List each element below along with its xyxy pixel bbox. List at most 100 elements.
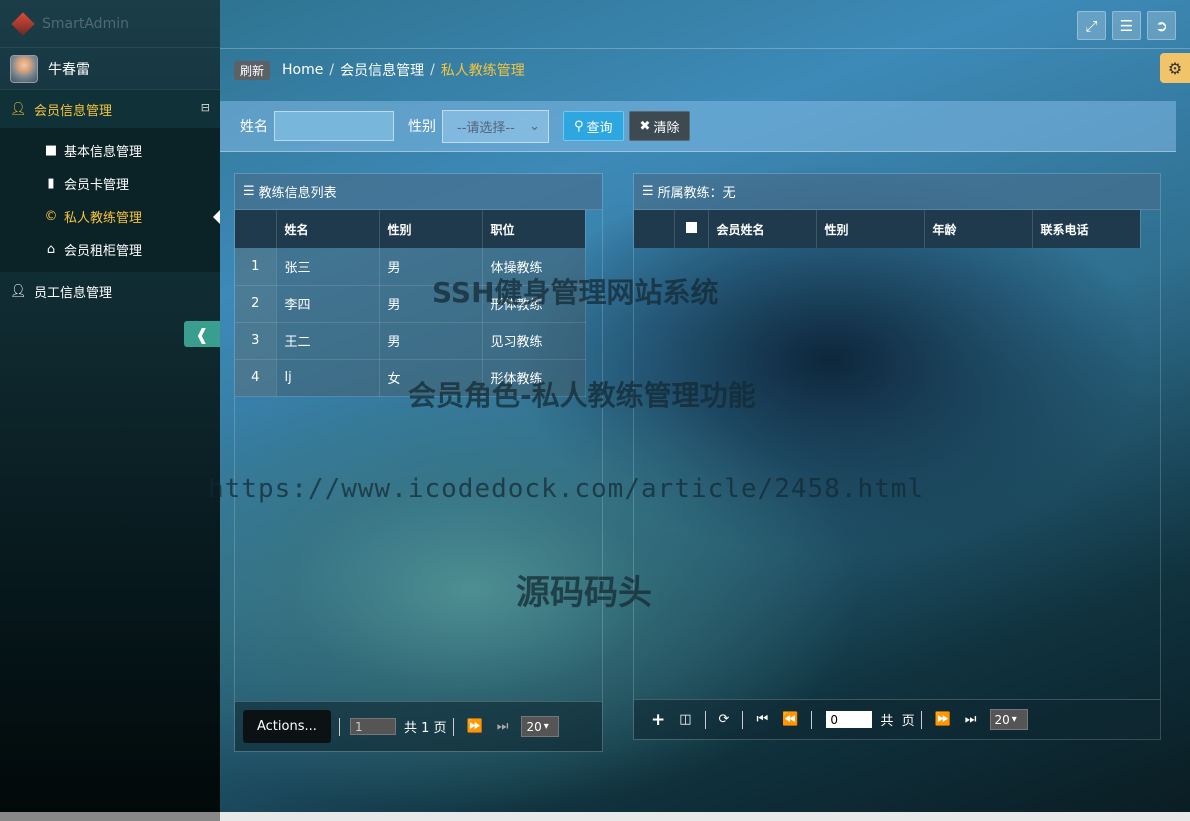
cell-position: 见习教练: [482, 322, 586, 360]
row-number-header: [235, 210, 277, 248]
cell-name: lj: [276, 359, 380, 397]
cell-name: 王二: [276, 322, 380, 360]
name-input[interactable]: [274, 111, 394, 141]
user-icon: 👤︎: [10, 101, 27, 117]
breadcrumb-current: 私人教练管理: [440, 63, 525, 79]
sidebar-item-label: 私人教练管理: [64, 211, 143, 226]
column-header[interactable]: 年龄: [924, 210, 1033, 248]
sidebar-item-private-coach[interactable]: © 私人教练管理: [0, 200, 220, 233]
menu-group-member[interactable]: 👤︎ 会员信息管理 ⊟: [0, 90, 220, 128]
clear-button-label: 清除: [653, 120, 680, 136]
user-name: 牛春雷: [48, 61, 90, 78]
gear-icon: ⚙: [1167, 58, 1183, 78]
watermark-url: https://www.icodedock.com/article/2458.h…: [208, 474, 925, 504]
logout-icon: ➲: [1155, 16, 1168, 35]
gender-select-value: --请选择--: [457, 120, 515, 136]
sidebar-item-member-card[interactable]: ▮ 会员卡管理: [0, 167, 220, 200]
page-input[interactable]: 0: [826, 711, 873, 728]
pager-separator: [704, 710, 706, 729]
chevron-down-icon: ⌄: [529, 118, 540, 134]
panel-title: 教练信息列表: [258, 186, 337, 201]
settings-button[interactable]: ⚙: [1160, 53, 1190, 83]
cell-name: 张三: [276, 248, 380, 286]
list-icon: ☰: [642, 184, 654, 199]
sidebar-scrollbar[interactable]: [0, 812, 220, 821]
refresh-icon[interactable]: ⟳: [719, 712, 730, 727]
checkbox-icon[interactable]: [685, 222, 697, 233]
total-pages: 共 页: [880, 714, 915, 729]
trash-icon[interactable]: ◫: [679, 712, 691, 727]
total-pages: 共 1 页: [404, 721, 447, 736]
column-header[interactable]: 性别: [379, 210, 483, 248]
column-header[interactable]: 姓名: [276, 210, 380, 248]
watermark-subtitle: 会员角色-私人教练管理功能: [408, 379, 756, 412]
book-icon: ▮: [47, 176, 55, 191]
row-number: 3: [235, 322, 277, 360]
clear-button[interactable]: ✖ 清除: [628, 111, 691, 141]
breadcrumb-separator: /: [329, 62, 335, 78]
table-header-row: 会员姓名 性别 年龄 联系电话: [634, 210, 1141, 248]
user-icon: 👤︎: [10, 283, 27, 299]
menu-group-staff[interactable]: 👤︎ 员工信息管理: [0, 272, 220, 310]
list-icon: ☰: [243, 184, 255, 199]
search-icon: ⚲: [574, 118, 584, 134]
row-number: 4: [235, 359, 277, 397]
menu-button[interactable]: ☰: [1112, 11, 1141, 40]
row-number: 1: [235, 248, 277, 286]
search-button[interactable]: ⚲ 查询: [563, 111, 624, 141]
collapse-icon[interactable]: ⊟: [201, 101, 210, 114]
last-page-icon[interactable]: ⏭: [497, 719, 509, 734]
logo-text: SmartAdmin: [42, 15, 129, 32]
column-header[interactable]: 职位: [482, 210, 586, 248]
cell-name: 李四: [276, 285, 380, 323]
fullscreen-button[interactable]: ⤢: [1077, 11, 1106, 40]
prev-page-icon[interactable]: ⏪: [782, 712, 798, 727]
chevron-down-icon: ▾: [543, 721, 549, 732]
right-pager: + ◫ ⟳ ⏮ ⏪ 0 共 页 ⏩ ⏭ 20 ▾: [634, 699, 1160, 739]
column-header[interactable]: 会员姓名: [708, 210, 817, 248]
column-header[interactable]: 性别: [816, 210, 925, 248]
breadcrumb-parent[interactable]: 会员信息管理: [340, 60, 424, 80]
sidebar-item-basic-info[interactable]: ■ 基本信息管理: [0, 134, 220, 167]
gender-select[interactable]: --请选择-- ⌄: [442, 109, 549, 143]
first-page-icon[interactable]: ⏮: [756, 712, 768, 727]
page-size-select[interactable]: 20 ▾: [989, 709, 1028, 730]
column-header[interactable]: 联系电话: [1032, 210, 1141, 248]
sidebar-item-label: 基本信息管理: [64, 145, 143, 160]
menu-group-label: 会员信息管理: [34, 103, 113, 119]
page-size-value: 20: [526, 719, 542, 734]
header-divider: [220, 48, 1190, 49]
avatar[interactable]: [10, 54, 38, 83]
pager-separator: [742, 710, 744, 729]
gender-label: 性别: [408, 119, 436, 135]
breadcrumb-home[interactable]: Home: [282, 62, 323, 78]
next-page-icon[interactable]: ⏩: [467, 719, 483, 734]
horizontal-scrollbar[interactable]: [220, 812, 1190, 821]
add-icon[interactable]: +: [651, 710, 665, 730]
top-toolbar: ⤢ ☰ ➲: [1077, 11, 1176, 40]
sidebar-item-locker[interactable]: ⌂ 会员租柜管理: [0, 233, 220, 266]
panel-header: ☰ 教练信息列表: [235, 174, 602, 210]
home-icon: ⌂: [46, 242, 56, 257]
search-bar: 姓名 性别 --请选择-- ⌄ ⚲ 查询 ✖ 清除: [220, 101, 1176, 152]
watermark-brand: 源码码头: [516, 573, 652, 613]
sidebar-toggle-button[interactable]: ❰: [184, 321, 220, 347]
row-number-header: [634, 210, 675, 248]
page-size-select[interactable]: 20 ▾: [521, 716, 560, 737]
last-page-icon[interactable]: ⏭: [965, 712, 977, 727]
folder-icon: ■: [44, 143, 58, 158]
pager-separator: [920, 710, 922, 729]
row-number: 2: [235, 285, 277, 323]
table-row[interactable]: 3 王二 男 见习教练: [235, 322, 586, 360]
actions-button[interactable]: Actions...: [243, 710, 331, 743]
sidebar-item-label: 会员租柜管理: [64, 244, 143, 259]
logout-button[interactable]: ➲: [1147, 11, 1176, 40]
refresh-button[interactable]: 刷新: [234, 60, 271, 80]
select-all-checkbox[interactable]: [674, 210, 709, 248]
next-page-icon[interactable]: ⏩: [935, 712, 951, 727]
table-header-row: 姓名 性别 职位: [235, 210, 586, 248]
sidebar: SmartAdmin 牛春雷 👤︎ 会员信息管理 ⊟ ■ 基本信息管理 ▮ 会员…: [0, 0, 220, 812]
pager-separator: [811, 710, 813, 729]
user-info[interactable]: 牛春雷: [0, 48, 220, 90]
page-input[interactable]: 1: [350, 718, 396, 735]
